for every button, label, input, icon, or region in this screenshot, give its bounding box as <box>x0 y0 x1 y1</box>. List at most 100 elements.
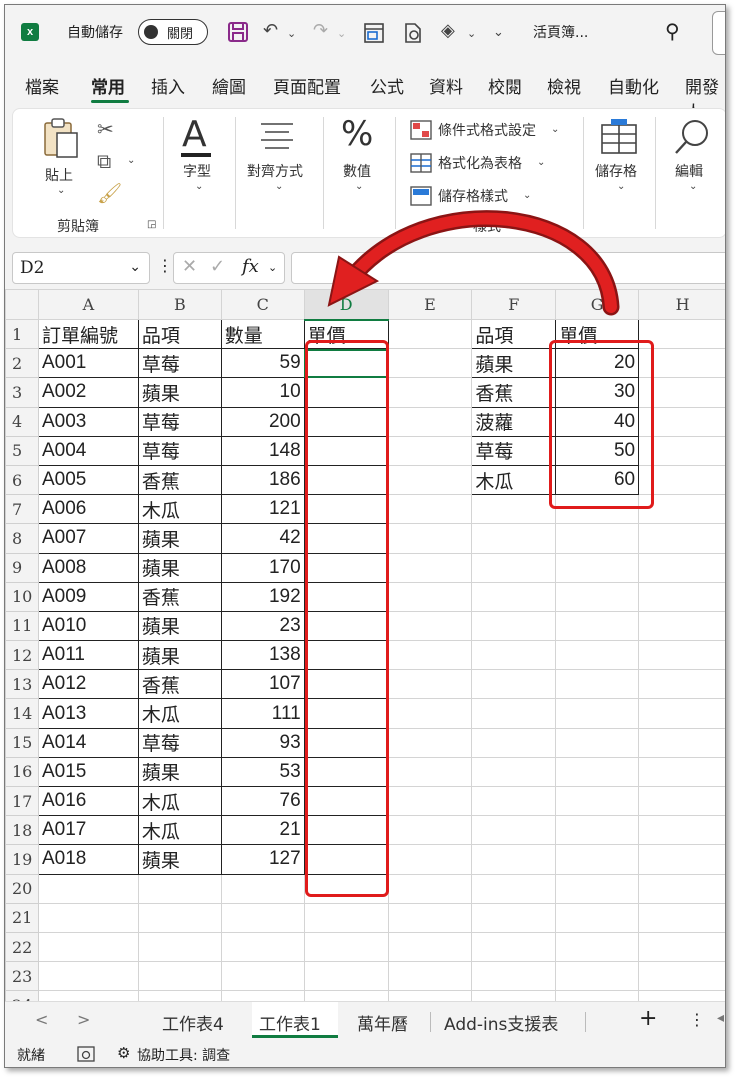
cell-c13[interactable]: 107 <box>220 669 305 700</box>
cell-a19[interactable]: A018 <box>37 844 139 875</box>
cell-h9[interactable] <box>638 552 725 583</box>
cell-c10[interactable]: 192 <box>220 581 305 612</box>
cell-f14[interactable] <box>471 698 557 729</box>
cell-b4[interactable]: 草莓 <box>137 406 222 437</box>
cell-d20[interactable] <box>303 873 389 904</box>
cell-g16[interactable] <box>555 756 640 788</box>
cell-a12[interactable]: A011 <box>37 640 139 671</box>
cell-a7[interactable]: A006 <box>37 494 139 525</box>
name-box[interactable]: D2 ⌄ <box>12 252 150 284</box>
conditional-format-dropdown-icon[interactable]: ⌄ <box>551 124 559 135</box>
cell-a17[interactable]: A016 <box>37 785 139 817</box>
cell-d14[interactable] <box>303 698 389 729</box>
row-header[interactable]: 18 <box>5 815 39 846</box>
row-header[interactable]: 9 <box>5 552 39 583</box>
cell-g23[interactable] <box>555 961 640 992</box>
cell-c2[interactable]: 59 <box>220 348 305 379</box>
cell-d13[interactable] <box>303 669 389 700</box>
cell-f6[interactable]: 木瓜 <box>471 464 557 496</box>
cell-f17[interactable] <box>471 785 557 817</box>
row-header[interactable]: 17 <box>5 785 39 817</box>
cell-g22[interactable] <box>555 931 640 963</box>
cell-e20[interactable] <box>387 873 473 904</box>
document-name[interactable]: 活頁簿... <box>533 22 588 42</box>
redo-dropdown-icon[interactable]: ⌄ <box>337 27 346 40</box>
cell-b12[interactable]: 蘋果 <box>137 640 222 671</box>
search-box[interactable] <box>712 11 725 55</box>
cell-d11[interactable] <box>303 610 389 642</box>
cell-b17[interactable]: 木瓜 <box>137 785 222 817</box>
cell-h10[interactable] <box>638 581 725 612</box>
cell-c3[interactable]: 10 <box>220 377 305 408</box>
cell-g21[interactable] <box>555 902 640 933</box>
cell-h4[interactable] <box>638 406 725 437</box>
alignment-label[interactable]: 對齊方式 <box>247 161 303 181</box>
cell-b5[interactable]: 草莓 <box>137 435 222 466</box>
cell-c23[interactable] <box>220 961 305 992</box>
row-header[interactable]: 12 <box>5 640 39 671</box>
cell-h11[interactable] <box>638 610 725 642</box>
cell-d5[interactable] <box>303 435 389 466</box>
cell-d9[interactable] <box>303 552 389 583</box>
cell-f11[interactable] <box>471 610 557 642</box>
cell-h20[interactable] <box>638 873 725 904</box>
cell-g6[interactable]: 60 <box>555 464 640 496</box>
cell-a6[interactable]: A005 <box>37 464 139 496</box>
conditional-format-label[interactable]: 條件式格式設定 <box>438 120 536 140</box>
cell-c1[interactable]: 數量 <box>220 318 305 350</box>
row-header[interactable]: 1 <box>5 318 39 350</box>
cell-a8[interactable]: A007 <box>37 523 139 554</box>
cell-a21[interactable] <box>37 902 139 933</box>
scrollbar-left-icon[interactable]: ◂ <box>717 1010 724 1026</box>
enter-icon[interactable]: ✓ <box>210 256 225 277</box>
cell-a15[interactable]: A014 <box>37 727 139 758</box>
cell-h18[interactable] <box>638 815 725 846</box>
cell-b14[interactable]: 木瓜 <box>137 698 222 729</box>
autosave-toggle[interactable]: 關閉 <box>138 19 208 45</box>
form-icon[interactable] <box>363 22 385 44</box>
cell-c8[interactable]: 42 <box>220 523 305 554</box>
font-label[interactable]: 字型 <box>183 161 211 181</box>
cell-e14[interactable] <box>387 698 473 729</box>
cell-a16[interactable]: A015 <box>37 756 139 788</box>
cell-e16[interactable] <box>387 756 473 788</box>
cell-d1[interactable]: 單價 <box>303 318 389 350</box>
cell-h16[interactable] <box>638 756 725 788</box>
tab-draw[interactable]: 繪圖 <box>212 73 246 98</box>
cell-g15[interactable] <box>555 727 640 758</box>
cell-d7[interactable] <box>303 494 389 525</box>
fill-color-icon[interactable]: ◈ <box>441 20 455 41</box>
cell-g11[interactable] <box>555 610 640 642</box>
cell-d4[interactable] <box>303 406 389 437</box>
cut-icon[interactable]: ✂ <box>97 117 114 141</box>
row-header[interactable]: 3 <box>5 377 39 408</box>
cell-styles-dropdown-icon[interactable]: ⌄ <box>523 190 531 201</box>
cell-a20[interactable] <box>37 873 139 904</box>
cell-e19[interactable] <box>387 844 473 875</box>
accessibility-status[interactable]: 協助工具: 調查 <box>137 1045 230 1065</box>
font-icon[interactable]: A <box>182 117 207 153</box>
cell-c22[interactable] <box>220 931 305 963</box>
paste-label[interactable]: 貼上 <box>45 165 73 185</box>
sheet-options-icon[interactable]: ⋮ <box>689 1010 705 1029</box>
cell-h3[interactable] <box>638 377 725 408</box>
format-as-table-label[interactable]: 格式化為表格 <box>438 153 522 173</box>
cell-g12[interactable] <box>555 640 640 671</box>
cell-table[interactable]: A B C D E F G H 1 訂單編號 品項 數量 單價 品項 單價 2 A001 草莓 59 蘋果 20 3 A00… <box>5 289 725 1001</box>
cell-a11[interactable]: A010 <box>37 610 139 642</box>
row-header[interactable]: 13 <box>5 669 39 700</box>
sheet-tab-calendar[interactable]: 萬年曆 <box>357 1010 408 1035</box>
cell-a18[interactable]: A017 <box>37 815 139 846</box>
search-icon[interactable]: ⚲ <box>665 19 680 43</box>
customize-toolbar-icon[interactable]: ⌄ <box>493 25 504 40</box>
cell-h22[interactable] <box>638 931 725 963</box>
editing-label[interactable]: 編輯 <box>675 161 703 181</box>
paste-dropdown-icon[interactable]: ⌄ <box>57 185 65 196</box>
cell-c16[interactable]: 53 <box>220 756 305 788</box>
cell-c12[interactable]: 138 <box>220 640 305 671</box>
cell-b2[interactable]: 草莓 <box>137 348 222 379</box>
cell-d21[interactable] <box>303 902 389 933</box>
cell-a24[interactable] <box>37 990 139 1001</box>
cell-g24[interactable] <box>555 990 640 1001</box>
column-header-f[interactable]: F <box>471 289 557 320</box>
